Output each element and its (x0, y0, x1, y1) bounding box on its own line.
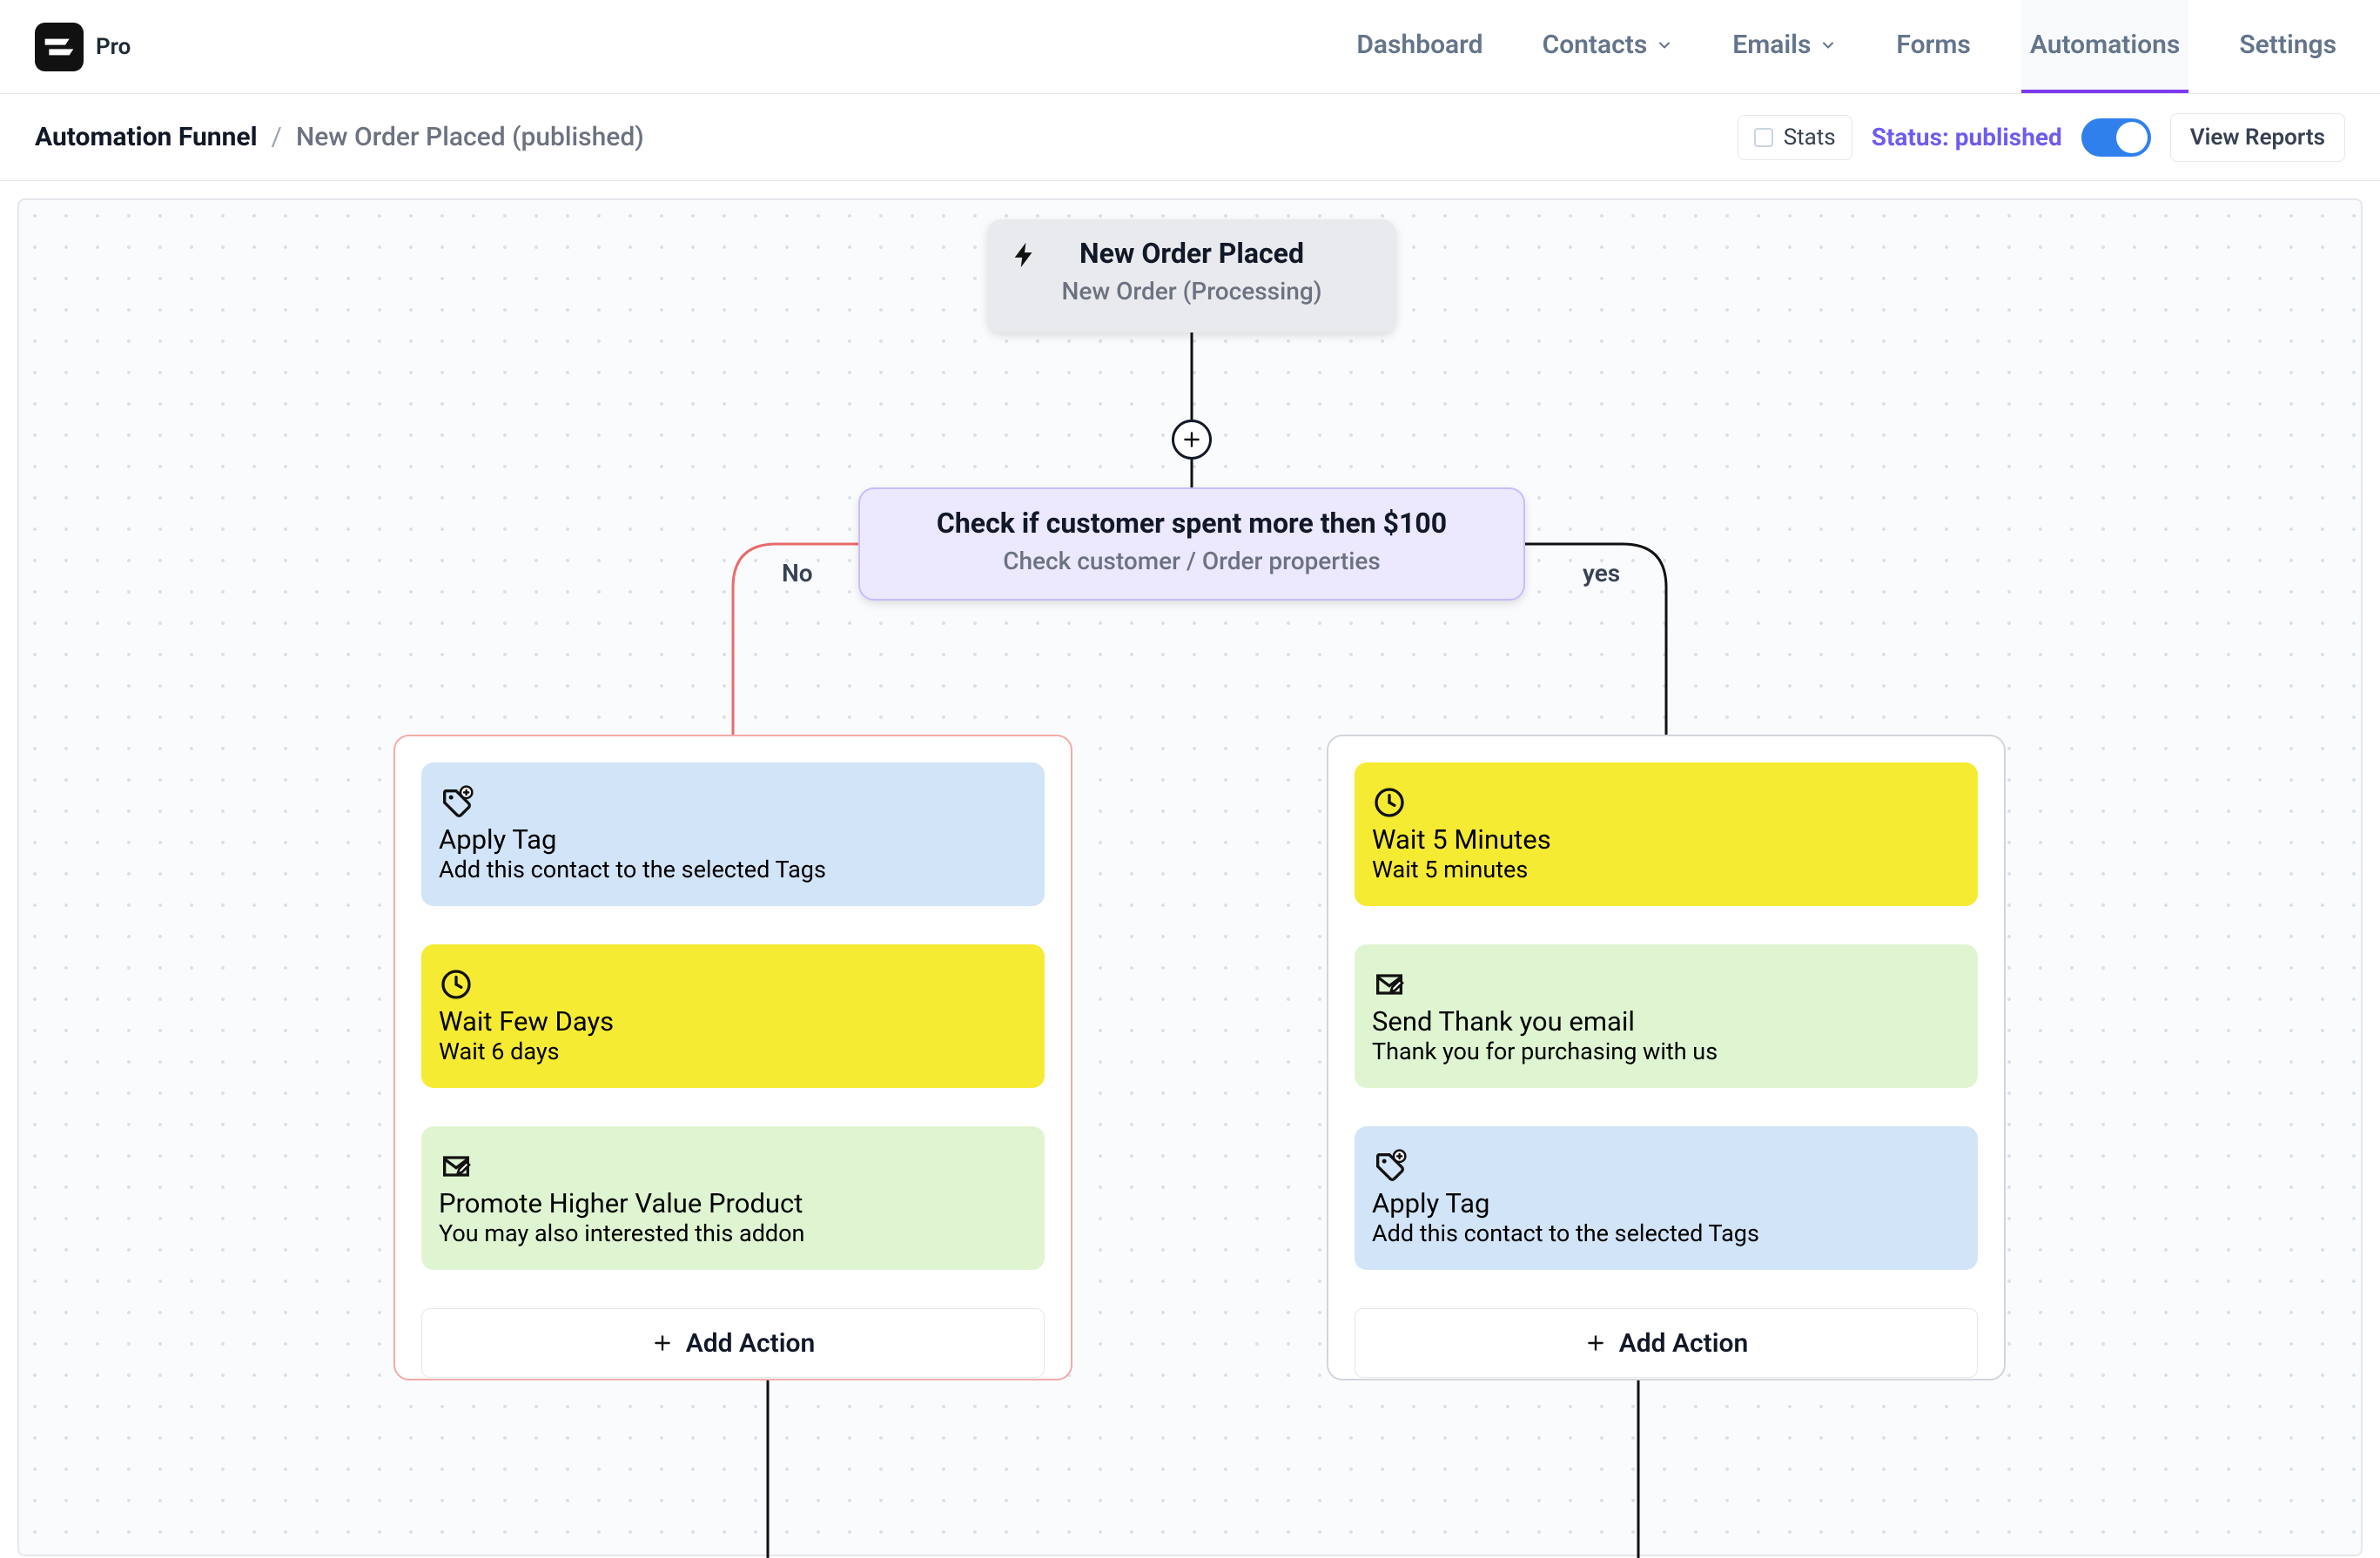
branch-label-yes: yes (1583, 559, 1620, 588)
stats-toggle-checkbox[interactable]: Stats (1738, 115, 1852, 160)
nav-dashboard[interactable]: Dashboard (1348, 0, 1491, 93)
stats-label: Stats (1784, 124, 1836, 151)
action-subtitle: Add this contact to the selected Tags (439, 856, 1027, 883)
condition-subtitle: Check customer / Order properties (860, 547, 1523, 575)
action-apply-tag[interactable]: Apply Tag Add this contact to the select… (421, 762, 1045, 906)
nav-label: Settings (2239, 30, 2336, 60)
plus-icon (1584, 1332, 1607, 1354)
action-subtitle: Wait 6 days (439, 1038, 1027, 1065)
subbar-actions: Stats Status: published View Reports (1738, 113, 2345, 162)
nav-forms[interactable]: Forms (1887, 0, 1979, 93)
condition-title: Check if customer spent more then $100 (860, 507, 1523, 540)
action-subtitle: Thank you for purchasing with us (1372, 1038, 1960, 1065)
action-subtitle: You may also interested this addon (439, 1219, 1027, 1247)
action-send-thankyou-email[interactable]: Send Thank you email Thank you for purch… (1355, 944, 1978, 1088)
publish-toggle[interactable] (2081, 118, 2151, 157)
brand: Pro (35, 23, 131, 71)
primary-nav: Dashboard Contacts Emails Forms Automati… (1348, 0, 2345, 93)
breadcrumb-funnel-name: New Order Placed (published) (296, 122, 644, 152)
funnel-subbar: Automation Funnel / New Order Placed (pu… (0, 94, 2380, 181)
clock-icon (1372, 807, 1407, 823)
tag-add-icon (439, 807, 474, 823)
checkbox-icon (1754, 128, 1773, 147)
action-apply-tag[interactable]: Apply Tag Add this contact to the select… (1355, 1126, 1978, 1270)
add-action-button[interactable]: Add Action (1355, 1308, 1978, 1378)
toggle-knob (2116, 122, 2148, 153)
top-navbar: Pro Dashboard Contacts Emails Forms Auto… (0, 0, 2380, 94)
brand-logo-icon (35, 23, 84, 71)
action-subtitle: Wait 5 minutes (1372, 856, 1960, 883)
mail-edit-icon (439, 1171, 474, 1187)
status-label: Status: published (1872, 123, 2062, 151)
action-title: Apply Tag (1372, 1187, 1960, 1219)
action-wait-minutes[interactable]: Wait 5 Minutes Wait 5 minutes (1355, 762, 1978, 906)
action-wait-days[interactable]: Wait Few Days Wait 6 days (421, 944, 1045, 1088)
branch-yes-container: Wait 5 Minutes Wait 5 minutes Send Thank… (1327, 735, 2006, 1380)
view-reports-button[interactable]: View Reports (2170, 113, 2345, 162)
trigger-node[interactable]: New Order Placed New Order (Processing) (987, 219, 1396, 332)
plus-icon (651, 1332, 674, 1354)
action-title: Wait 5 Minutes (1372, 823, 1960, 856)
bolt-icon (1010, 240, 1039, 273)
branch-label-no: No (782, 559, 813, 588)
mail-edit-icon (1372, 989, 1407, 1005)
branch-no-container: Apply Tag Add this contact to the select… (393, 735, 1072, 1380)
action-title: Send Thank you email (1372, 1005, 1960, 1038)
add-action-button[interactable]: Add Action (421, 1308, 1045, 1378)
breadcrumb-separator: / (272, 122, 282, 152)
nav-automations[interactable]: Automations (2021, 0, 2189, 93)
add-action-label: Add Action (686, 1328, 816, 1359)
automation-canvas[interactable]: New Order Placed New Order (Processing) … (17, 198, 2363, 1556)
nav-contacts[interactable]: Contacts (1534, 0, 1683, 93)
nav-emails[interactable]: Emails (1724, 0, 1846, 93)
nav-label: Emails (1732, 30, 1811, 60)
add-action-label: Add Action (1619, 1328, 1749, 1359)
connector-lines (19, 200, 2364, 1558)
chevron-down-icon (1656, 37, 1673, 54)
trigger-title: New Order Placed (987, 237, 1396, 270)
breadcrumb: Automation Funnel / New Order Placed (pu… (35, 122, 644, 152)
nav-settings[interactable]: Settings (2230, 0, 2345, 93)
insert-step-button[interactable] (1172, 420, 1212, 460)
nav-label: Dashboard (1356, 30, 1482, 60)
action-title: Apply Tag (439, 823, 1027, 856)
trigger-subtitle: New Order (Processing) (987, 277, 1396, 306)
action-title: Wait Few Days (439, 1005, 1027, 1038)
action-subtitle: Add this contact to the selected Tags (1372, 1219, 1960, 1247)
tag-add-icon (1372, 1171, 1407, 1187)
breadcrumb-root[interactable]: Automation Funnel (35, 122, 258, 152)
nav-label: Automations (2030, 30, 2181, 60)
brand-tier-label: Pro (96, 34, 131, 60)
action-title: Promote Higher Value Product (439, 1187, 1027, 1219)
condition-node[interactable]: Check if customer spent more then $100 C… (858, 487, 1525, 601)
nav-label: Forms (1896, 30, 1970, 60)
clock-icon (439, 989, 474, 1005)
nav-label: Contacts (1543, 30, 1648, 60)
action-promote-product[interactable]: Promote Higher Value Product You may als… (421, 1126, 1045, 1270)
chevron-down-icon (1819, 37, 1837, 54)
